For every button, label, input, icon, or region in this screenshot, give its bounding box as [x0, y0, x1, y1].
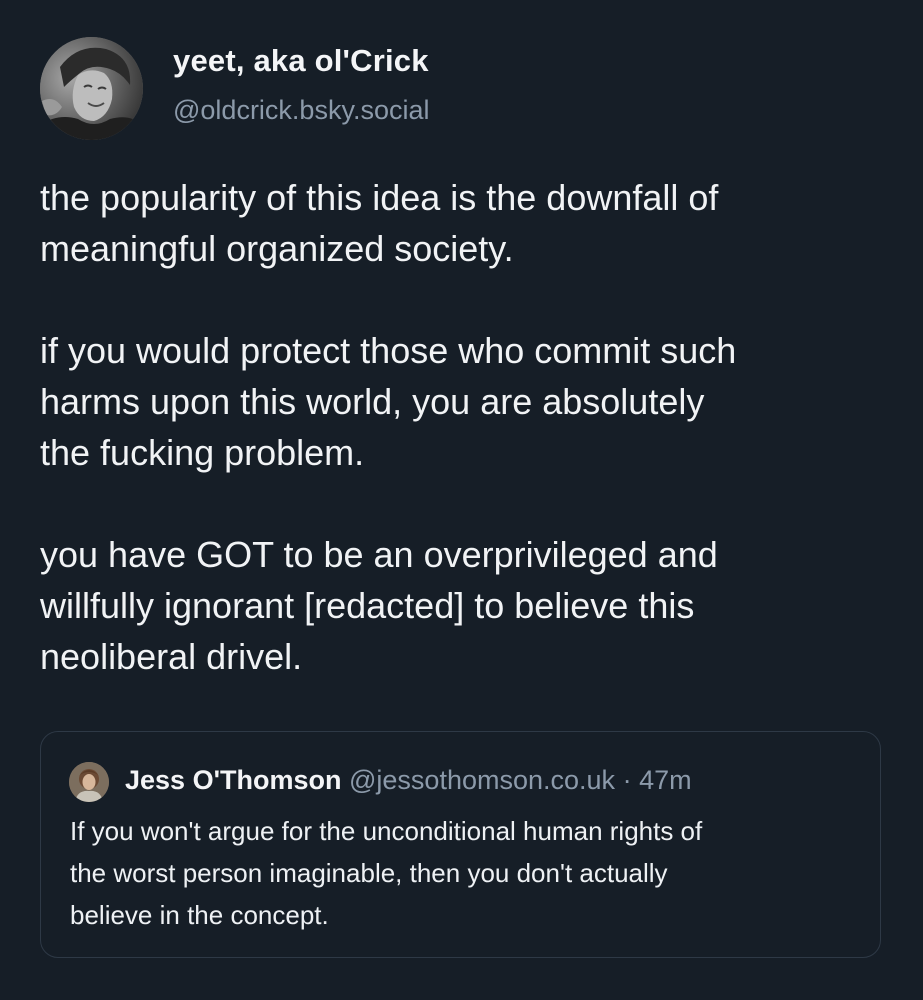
quoted-post-timestamp[interactable]: 47m	[639, 765, 692, 795]
post-paragraph: if you would protect those who commit su…	[40, 330, 737, 473]
meta-separator: ·	[622, 765, 632, 795]
post-header: yeet, aka ol'Crick @oldcrick.bsky.social	[40, 37, 883, 141]
quoted-author-display-name[interactable]: Jess O'Thomson	[125, 765, 341, 795]
quoted-author-handle[interactable]: @jessothomson.co.uk	[349, 765, 615, 795]
author-display-name[interactable]: yeet, aka ol'Crick	[173, 43, 429, 79]
avatar-photo-icon	[69, 762, 109, 802]
author-avatar[interactable]	[40, 37, 143, 140]
quoted-post-meta: Jess O'Thomson @jessothomson.co.uk · 47m	[125, 765, 692, 796]
post: yeet, aka ol'Crick @oldcrick.bsky.social…	[0, 0, 923, 1000]
author-handle[interactable]: @oldcrick.bsky.social	[173, 95, 429, 126]
quoted-post-card[interactable]: Jess O'Thomson @jessothomson.co.uk · 47m…	[40, 731, 881, 958]
post-paragraph: the popularity of this idea is the downf…	[40, 177, 719, 269]
quoted-author-avatar[interactable]	[69, 762, 109, 802]
post-paragraph: you have GOT to be an overprivileged and…	[40, 534, 718, 677]
avatar-photo-icon	[40, 37, 143, 140]
quoted-post-text: If you won't argue for the unconditional…	[70, 816, 703, 930]
post-body: the popularity of this idea is the downf…	[40, 172, 900, 682]
